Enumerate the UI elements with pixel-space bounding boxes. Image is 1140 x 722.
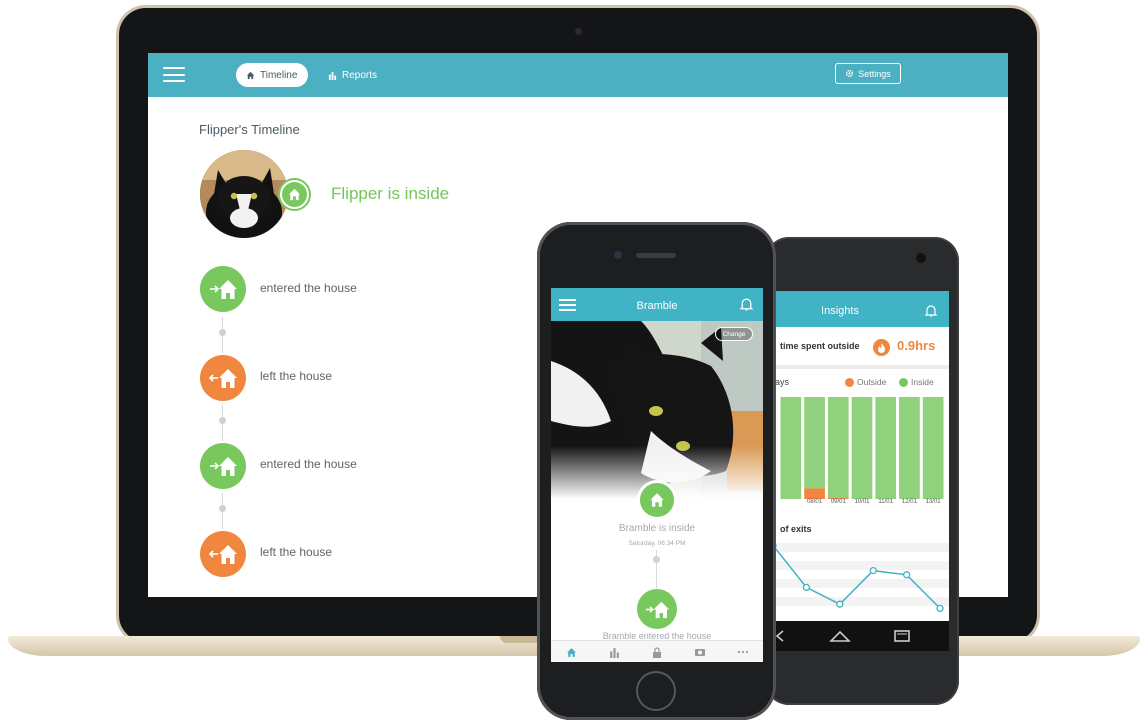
bar-tick-label: 09/01 (830, 499, 846, 505)
divider (775, 365, 949, 369)
pet-photo (551, 321, 763, 499)
line-point (836, 600, 844, 608)
home-nav-icon[interactable] (829, 629, 851, 643)
bar-inside (899, 397, 920, 499)
bar-tick-label: 13/01 (925, 499, 941, 505)
bar-outside (804, 488, 825, 499)
laptop-camera (575, 28, 582, 35)
line-point (869, 566, 877, 575)
recents-icon[interactable] (892, 629, 912, 643)
android-screen: Insights time spent outside 0.9hrs ays O… (775, 291, 949, 621)
tab-more[interactable] (736, 646, 750, 658)
status-time: Saturday, 06:34 PM (628, 540, 686, 547)
pet-status: Bramble is inside (618, 523, 696, 534)
summary-value: 0.9hrs (897, 338, 936, 353)
pet-status: Flipper is inside (331, 184, 450, 203)
timeline-dot (653, 556, 660, 563)
bar-inside (851, 397, 873, 499)
event-left-icon (200, 355, 246, 401)
grid-band (775, 561, 949, 570)
flame-icon (873, 339, 890, 356)
event-entered-icon (200, 266, 246, 312)
tab-timeline-label: Timeline (260, 69, 298, 81)
legend-outside-swatch (845, 377, 854, 387)
gear-icon (846, 69, 854, 78)
event-label: entered the house (260, 281, 357, 295)
timeline-dot (219, 505, 226, 512)
iphone-screen: Bramble Change Bramble is inside Saturda… (551, 288, 763, 662)
back-icon[interactable] (775, 629, 785, 643)
event-label: entered the house (260, 457, 357, 471)
legend-inside: Inside (899, 377, 934, 387)
iphone-tab-bar (551, 640, 763, 662)
event-label: left the house (260, 545, 333, 559)
iphone-title: Bramble (636, 300, 678, 312)
android-camera (916, 253, 926, 263)
status-badge (278, 178, 311, 211)
tab-timeline[interactable]: Timeline (236, 63, 309, 87)
bar-inside (780, 397, 802, 499)
legend-inside-label: Inside (911, 377, 934, 387)
bar-tick-label: 11/01 (878, 499, 893, 505)
android-header: Insights (775, 291, 949, 327)
bell-icon[interactable] (739, 297, 754, 312)
bar-chart (780, 397, 944, 499)
tab-reports[interactable] (607, 646, 621, 658)
change-photo-button[interactable]: Change (715, 327, 753, 341)
home-icon (566, 647, 576, 657)
status-badge (637, 480, 677, 520)
tab-reports[interactable]: Reports (328, 63, 377, 87)
legend-outside: Outside (845, 377, 886, 387)
settings-button[interactable]: Settings (835, 63, 901, 84)
summary-label: time spent outside (780, 341, 860, 351)
tab-home[interactable] (564, 646, 578, 658)
bar-chart-icon (328, 71, 337, 80)
bar-inside (922, 397, 944, 499)
line-point (902, 571, 911, 579)
house-icon (288, 188, 301, 201)
event-label: left the house (260, 369, 333, 383)
iphone-speaker (636, 253, 676, 258)
iphone-home-button[interactable] (636, 671, 676, 711)
event-entered-icon (637, 589, 677, 629)
android-title: Insights (821, 305, 859, 317)
bar-inside (804, 397, 825, 489)
settings-label: Settings (858, 68, 891, 79)
exits-label: of exits (780, 524, 812, 534)
event-entered-icon (200, 443, 246, 489)
page-title: Flipper's Timeline (199, 122, 300, 137)
house-icon (650, 493, 664, 507)
timeline-dot (219, 417, 226, 424)
line-chart (775, 542, 949, 613)
grid-band (775, 597, 949, 606)
bar-tick-label: 10/01 (854, 499, 870, 505)
camera-icon (695, 649, 705, 656)
web-header: Timeline Reports Settings (148, 53, 1008, 97)
bar-tick-label: 08/01 (807, 499, 823, 505)
bar-inside (827, 397, 849, 498)
event-left-icon (200, 531, 246, 577)
home-icon (246, 71, 255, 79)
iphone-header: Bramble (551, 288, 763, 321)
line-point (936, 604, 944, 613)
tab-lock[interactable] (650, 646, 664, 658)
iphone-camera (614, 251, 622, 259)
bell-icon[interactable] (924, 304, 938, 318)
grid-band (775, 543, 949, 552)
lock-icon (653, 646, 661, 658)
legend-outside-label: Outside (857, 377, 887, 387)
tab-camera[interactable] (693, 646, 707, 658)
legend-inside-swatch (899, 377, 908, 387)
avatar[interactable] (200, 150, 288, 238)
line-point (802, 583, 811, 592)
bar-inside (875, 397, 897, 499)
days-label: ays (775, 377, 790, 387)
more-icon (737, 650, 749, 654)
android-nav-bar (775, 621, 949, 651)
tab-reports-label: Reports (342, 69, 378, 81)
bar-chart-icon (609, 647, 619, 658)
timeline-dot (219, 329, 226, 336)
bar-tick-label: 12/01 (901, 499, 917, 505)
menu-icon[interactable] (163, 67, 185, 82)
